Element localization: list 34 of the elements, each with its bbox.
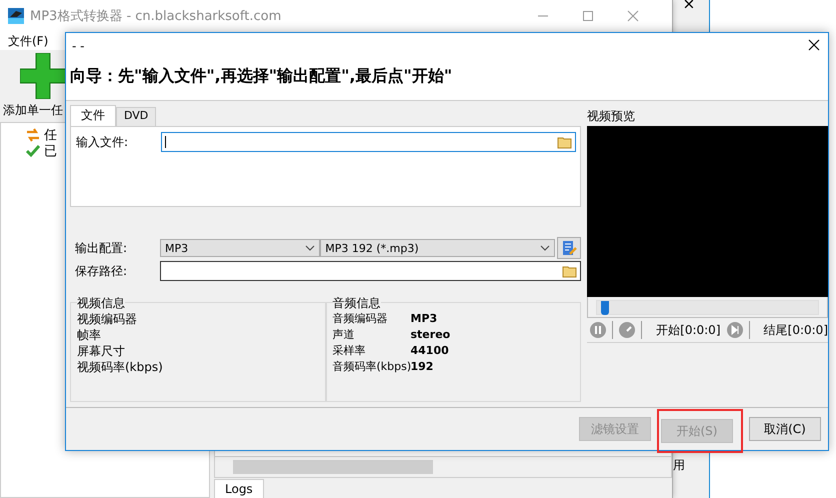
dialog-button[interactable]: 取消(C) xyxy=(749,417,821,441)
info-label: 帧率 xyxy=(77,327,102,343)
info-label: 音频编码器 xyxy=(332,311,388,327)
wizard-heading: 向导：先"输入文件",再选择"输出配置",最后点"开始" xyxy=(69,65,454,87)
tab[interactable]: 文件 xyxy=(70,105,116,126)
start-time: 开始[0:0:0] xyxy=(656,322,720,338)
dialog-title: - - xyxy=(72,39,84,55)
info-label: 声道 xyxy=(332,327,356,343)
end-time: 结尾[0:0:0] xyxy=(764,322,828,338)
profile-dropdown[interactable]: MP3 192 (*.mp3) xyxy=(320,239,556,257)
format-dropdown[interactable]: MP3 xyxy=(160,239,320,257)
preview-title: 视频预览 xyxy=(587,108,636,125)
menu-item[interactable]: 文件(F) xyxy=(8,32,48,50)
group-title: 音频信息 xyxy=(332,295,380,311)
info-label: 采样率 xyxy=(332,343,366,359)
label: 用 xyxy=(673,457,685,474)
group-title: 视频信息 xyxy=(77,295,125,311)
info-value: stereo xyxy=(410,327,450,343)
info-label: 视频编码器 xyxy=(77,311,138,327)
toolbar-label[interactable]: 添加单一任 xyxy=(3,102,63,119)
info-value: 44100 xyxy=(410,343,449,359)
info-label: 音频码率(kbps) xyxy=(332,359,410,375)
info-value: MP3 xyxy=(410,311,438,327)
tree-item[interactable]: 任 xyxy=(44,126,57,144)
field-label: 输入文件: xyxy=(75,134,130,150)
info-label: 屏幕尺寸 xyxy=(77,343,126,359)
window-title: MP3格式转换器 - cn.blacksharksoft.com xyxy=(30,8,282,25)
field-label: 保存路径: xyxy=(74,262,128,280)
tab[interactable]: Logs xyxy=(214,479,264,498)
tab[interactable]: DVD xyxy=(116,107,156,126)
info-label: 视频码率(kbps) xyxy=(77,359,164,375)
field-label: 输出配置: xyxy=(74,240,128,256)
info-value: 192 xyxy=(410,359,434,375)
tree-item[interactable]: 已 xyxy=(44,142,57,160)
